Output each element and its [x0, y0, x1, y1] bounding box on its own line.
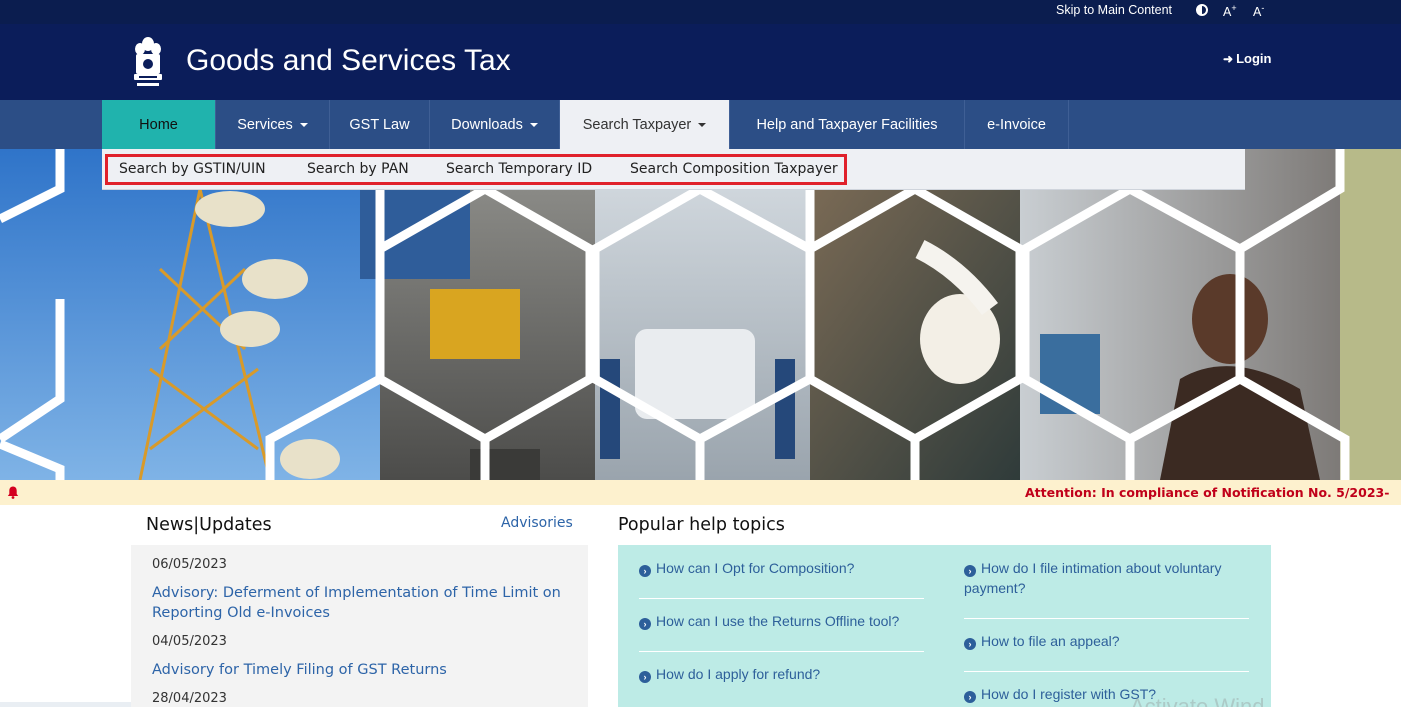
tab-services-label: Services: [237, 116, 293, 133]
main-nav: Home Services GST Law Downloads Search T…: [0, 100, 1401, 149]
help-topic-link[interactable]: › How to file an appeal?: [964, 631, 1254, 651]
help-topic-link[interactable]: › How can I Opt for Composition?: [639, 558, 929, 578]
help-topic-link[interactable]: › How do I apply for refund?: [639, 664, 929, 684]
announcement-ticker: Attention: In compliance of Notification…: [0, 480, 1401, 505]
news-date: 04/05/2023: [152, 634, 227, 649]
news-date: 28/04/2023: [152, 691, 227, 706]
tab-gst-law[interactable]: GST Law: [330, 100, 430, 149]
help-topic-label: How do I apply for refund?: [656, 666, 821, 682]
font-increase-button[interactable]: A+: [1223, 3, 1237, 19]
font-increase-sup: +: [1231, 3, 1237, 13]
tab-e-invoice-label: e-Invoice: [987, 116, 1046, 133]
login-label: Login: [1236, 51, 1272, 66]
tab-search-taxpayer-label: Search Taxpayer: [582, 116, 692, 133]
tab-downloads[interactable]: Downloads: [430, 100, 560, 149]
tab-gst-law-label: GST Law: [349, 116, 410, 133]
help-topics-heading: Popular help topics: [618, 515, 785, 535]
skip-to-main-content-link[interactable]: Skip to Main Content: [1056, 3, 1172, 17]
advisories-link[interactable]: Advisories: [501, 515, 573, 531]
news-date: 06/05/2023: [152, 557, 227, 572]
news-item-link[interactable]: Advisory: Deferment of Implementation of…: [152, 583, 572, 623]
site-header: Goods and Services Tax ➜ Login: [0, 24, 1401, 100]
contrast-toggle-icon[interactable]: [1196, 4, 1208, 16]
tab-search-taxpayer[interactable]: Search Taxpayer: [560, 100, 730, 149]
search-taxpayer-submenu: Search by GSTIN/UIN Search by PAN Search…: [102, 149, 1245, 190]
help-topic-link[interactable]: › How can I use the Returns Offline tool?: [639, 611, 929, 631]
help-topic-label: How to file an appeal?: [981, 633, 1120, 649]
divider: [639, 651, 924, 652]
chevron-right-circle-icon: ›: [964, 565, 976, 577]
help-topic-link[interactable]: › How do I file intimation about voluntar…: [964, 558, 1254, 598]
tab-home-label: Home: [139, 116, 178, 133]
tab-e-invoice[interactable]: e-Invoice: [965, 100, 1069, 149]
os-activation-watermark: Activate Wind: [1130, 694, 1265, 707]
tab-help-label: Help and Taxpayer Facilities: [756, 116, 938, 133]
help-topic-label: How do I file intimation about voluntary…: [964, 560, 1222, 596]
hero-banner: [0, 149, 1401, 480]
left-strip: [0, 702, 131, 707]
submenu-search-composition-taxpayer[interactable]: Search Composition Taxpayer: [630, 161, 838, 177]
font-decrease-sup: -: [1261, 3, 1265, 13]
tab-help-taxpayer-facilities[interactable]: Help and Taxpayer Facilities: [730, 100, 965, 149]
login-icon: ➜: [1223, 52, 1234, 66]
help-topic-label: How can I use the Returns Offline tool?: [656, 613, 900, 629]
submenu-search-temporary-id[interactable]: Search Temporary ID: [446, 161, 592, 177]
divider: [964, 671, 1249, 672]
bell-icon: [7, 486, 19, 499]
banner-illustration: [0, 149, 1401, 480]
submenu-search-by-pan[interactable]: Search by PAN: [307, 161, 409, 177]
site-title[interactable]: Goods and Services Tax: [186, 44, 511, 78]
news-updates-heading: News|Updates: [146, 515, 272, 535]
tab-home[interactable]: Home: [102, 100, 216, 149]
chevron-right-circle-icon: ›: [639, 618, 651, 630]
chevron-right-circle-icon: ›: [639, 671, 651, 683]
chevron-right-circle-icon: ›: [964, 638, 976, 650]
chevron-down-icon: [299, 122, 308, 127]
login-link[interactable]: ➜ Login: [1223, 51, 1271, 66]
divider: [639, 598, 924, 599]
chevron-down-icon: [698, 122, 707, 127]
submenu-search-by-gstin[interactable]: Search by GSTIN/UIN: [119, 161, 266, 177]
tab-services[interactable]: Services: [216, 100, 330, 149]
top-utility-bar: Skip to Main Content A+ A-: [0, 0, 1401, 24]
chevron-right-circle-icon: ›: [639, 565, 651, 577]
chevron-right-circle-icon: ›: [964, 691, 976, 703]
divider: [964, 618, 1249, 619]
help-topic-label: How can I Opt for Composition?: [656, 560, 855, 576]
chevron-down-icon: [529, 122, 538, 127]
national-emblem-logo[interactable]: [131, 34, 165, 90]
font-decrease-button[interactable]: A-: [1253, 3, 1264, 19]
ticker-text[interactable]: Attention: In compliance of Notification…: [1025, 485, 1389, 500]
tab-downloads-label: Downloads: [451, 116, 523, 133]
news-item-link[interactable]: Advisory for Timely Filing of GST Return…: [152, 660, 572, 680]
